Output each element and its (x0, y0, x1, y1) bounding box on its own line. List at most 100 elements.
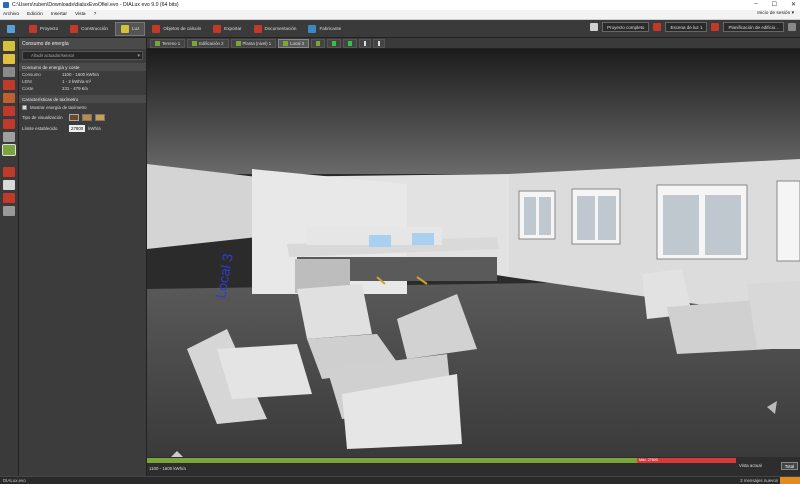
planning-dropdown[interactable]: Planificación de edificio... (723, 22, 784, 32)
app-icon (3, 2, 9, 8)
title-bar: C:\Users\ruben\Downloads\dialuxEvoOfiel.… (0, 0, 800, 10)
panel-title: Consumo de energía (19, 38, 146, 49)
energy-row-key: Coste (22, 86, 34, 91)
energy-row-value: 231 - 479 €/a (62, 86, 88, 91)
tab-local-label: Local 3 (290, 40, 305, 46)
project-status-dropdown[interactable]: Proyecto completo (602, 22, 650, 32)
tab-exportar[interactable]: Exportar (208, 22, 246, 36)
limit-unit: kWh/a (88, 126, 101, 131)
selection-icon[interactable] (3, 167, 15, 177)
luminaire-icon[interactable] (3, 41, 15, 51)
energy-section-title: Consumo de energía y coste (19, 63, 146, 71)
energy-row-key: Consumo (22, 72, 41, 77)
view-2d-icon (316, 40, 321, 46)
left-toolbar (0, 38, 19, 476)
calculation-objects-icon (152, 24, 161, 33)
dial-display-icon[interactable] (95, 114, 105, 121)
tab-luz[interactable]: Luz (114, 21, 146, 36)
calculate-icon[interactable] (590, 23, 599, 31)
zoom-extents-icon (378, 40, 381, 46)
minimize-button[interactable]: – (754, 1, 757, 8)
maximize-button[interactable]: ☐ (772, 1, 777, 8)
menu-help[interactable]: ? (94, 12, 97, 17)
terrain-icon (155, 40, 160, 46)
meter-fill (147, 458, 637, 463)
tab-documentacion[interactable]: Documentación (249, 22, 302, 36)
tab-construccion[interactable]: Construcción (65, 22, 113, 36)
menu-vista[interactable]: Vista (75, 12, 86, 17)
tab-fabricante[interactable]: Fabricante (303, 22, 346, 36)
zoom-extents-button[interactable] (373, 38, 386, 48)
tab-objetos-label: Objetos de cálculo (163, 26, 202, 31)
gauge-display-icon[interactable] (82, 114, 92, 121)
energy-row-value: 1100 - 1600 kWh/a (62, 72, 99, 77)
light-group-icon[interactable] (3, 80, 15, 90)
energy-icon[interactable] (2, 144, 16, 156)
limit-row: Límite establecido 27800 kWh/a (19, 123, 146, 134)
close-button[interactable]: ✕ (791, 1, 796, 8)
status-bar: DIALux.evo 3 mensajes nuevos (0, 476, 800, 484)
tab-edificacion[interactable]: Edificación 2 (187, 38, 229, 48)
room-icon (283, 40, 289, 46)
limit-input[interactable]: 27800 (69, 125, 86, 132)
tab-fabricante-label: Fabricante (319, 26, 342, 31)
light-scene-dropdown[interactable]: Escena de luz 1 (665, 22, 708, 32)
tab-terreno[interactable]: Terreno 1 (150, 38, 186, 48)
construction-icon (70, 24, 79, 33)
view-3d-button[interactable] (327, 38, 342, 48)
session-menu[interactable]: Inicio de sesión ▾ (757, 11, 794, 16)
display-type-label: Tipo de visualización (22, 115, 63, 120)
bulb-icon[interactable] (3, 54, 15, 64)
dropdown-chevron-icon[interactable]: ▾ (137, 53, 140, 59)
tab-documentacion-label: Documentación (264, 26, 297, 31)
energy-meter: Máx. 27800 1100 - 1600 kWh/a Vista actua… (147, 457, 800, 476)
menu-archivo[interactable]: Archivo (3, 12, 19, 17)
3d-viewport[interactable]: Local 3 (147, 49, 800, 457)
show-meter-checkbox[interactable]: Mostrar energía de taxímetro (19, 103, 146, 112)
delete-icon[interactable] (3, 193, 15, 203)
view-2d-button[interactable] (311, 38, 326, 48)
zoom-fit-button[interactable] (359, 38, 372, 48)
energy-row-value: 1 - 2 kWh/a·m² (62, 79, 92, 84)
bar-display-icon[interactable] (69, 114, 79, 121)
show-meter-label: Mostrar energía de taxímetro (30, 105, 87, 110)
pause-icon[interactable] (653, 23, 662, 31)
add-sensor-field[interactable]: Añadir actuador/sensor ▾ (22, 51, 143, 60)
arrangement-icon[interactable] (3, 93, 15, 103)
ribbon: Proyecto Construcción Luz Objetos de cál… (0, 20, 800, 38)
scene-render: Local 3 (147, 49, 800, 457)
tab-planta[interactable]: Planta (nivel) 1 (230, 38, 277, 48)
display-type-row: Tipo de visualización (19, 112, 146, 123)
tab-edificacion-label: Edificación 2 (199, 40, 224, 46)
menu-edicion[interactable]: Edición (27, 12, 43, 17)
scene-settings-icon[interactable] (711, 23, 720, 31)
checkbox-icon[interactable] (22, 105, 27, 110)
meter-max: Máx. 27800 (637, 458, 736, 463)
light-line-icon[interactable] (3, 67, 15, 77)
manufacturer-icon (308, 24, 317, 33)
tab-local[interactable]: Local 3 (278, 38, 310, 48)
messages-count[interactable]: 3 mensajes nuevos (740, 478, 778, 483)
tools-icon[interactable] (3, 132, 15, 142)
menu-insertar[interactable]: Insertar (51, 12, 67, 17)
floor-icon (235, 40, 241, 46)
edit-icon[interactable] (3, 180, 15, 190)
tab-construccion-label: Construcción (81, 26, 108, 31)
energy-row-key: LENI (22, 79, 32, 84)
save-button[interactable] (2, 22, 22, 36)
current-view-label[interactable]: Vista actual (739, 463, 762, 468)
view-options-button[interactable] (343, 38, 358, 48)
properties-panel: Consumo de energía Añadir actuador/senso… (19, 38, 147, 476)
total-button[interactable]: Total (780, 462, 798, 470)
fill-icon[interactable] (3, 106, 15, 116)
more-icon[interactable] (3, 206, 15, 216)
tab-exportar-label: Exportar (224, 26, 242, 31)
layout-icon[interactable] (788, 23, 796, 31)
save-icon (7, 24, 15, 33)
light-scene-icon[interactable] (3, 119, 15, 129)
building-icon (192, 40, 198, 46)
tab-proyecto[interactable]: Proyecto (24, 22, 63, 36)
tab-proyecto-label: Proyecto (40, 26, 59, 31)
energy-meter-bar: Máx. 27800 (147, 458, 736, 463)
tab-objetos-calculo[interactable]: Objetos de cálculo (147, 22, 206, 36)
